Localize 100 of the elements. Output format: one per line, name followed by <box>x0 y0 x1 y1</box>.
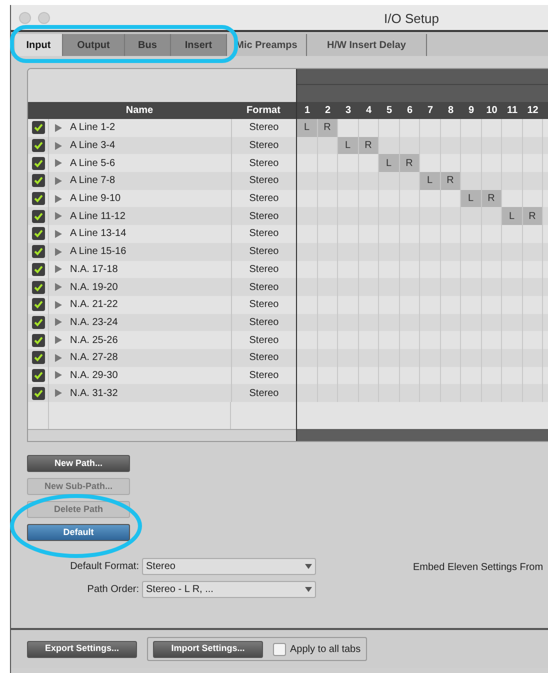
expand-arrow-icon[interactable] <box>55 230 62 238</box>
path-name: A Line 9-10 <box>70 192 121 206</box>
channel-assignment[interactable]: R <box>358 136 379 154</box>
expand-arrow-icon[interactable] <box>55 176 62 185</box>
checkbox[interactable] <box>32 139 44 152</box>
path-name: N.A. 27-28 <box>70 351 118 366</box>
path-name: N.A. 31-32 <box>70 386 118 401</box>
path-name: A Line 15-16 <box>70 245 126 260</box>
channel-number: 4 <box>366 104 372 118</box>
channel-assignment[interactable]: R <box>440 172 461 190</box>
channel-assignment[interactable]: R <box>482 190 502 208</box>
path-name: A Line 3-4 <box>70 139 116 154</box>
export-settings-button[interactable]: Export Settings... <box>27 640 137 658</box>
format-cell-text: Stereo <box>249 192 279 206</box>
channel-assignment[interactable]: L <box>461 190 482 208</box>
channel-number: 10 <box>486 104 498 118</box>
channel-assignment[interactable]: R <box>318 119 338 137</box>
path-name: A Line 1-2 <box>70 121 116 136</box>
minimize-icon[interactable] <box>38 12 50 24</box>
expand-arrow-icon[interactable] <box>55 265 62 274</box>
checkbox[interactable] <box>32 245 44 258</box>
format-cell-text: Stereo <box>249 227 279 242</box>
tab[interactable]: Insert <box>171 34 227 56</box>
path-name: A Line 5-6 <box>70 156 116 171</box>
path-button[interactable]: New Path... <box>27 455 130 472</box>
checkbox[interactable] <box>32 192 44 206</box>
expand-arrow-icon[interactable] <box>55 371 62 380</box>
checkbox[interactable] <box>32 316 44 329</box>
tab[interactable]: H/W Insert Delay <box>307 34 427 56</box>
tab[interactable]: Input <box>15 34 63 56</box>
path-name: N.A. 25-26 <box>70 334 118 348</box>
checkbox[interactable] <box>32 368 44 382</box>
expand-arrow-icon[interactable] <box>55 212 62 220</box>
format-cell-text: Stereo <box>249 334 279 348</box>
checkbox[interactable] <box>32 156 44 170</box>
embed-label: Embed Eleven Settings From <box>413 561 544 575</box>
channel-assignment[interactable]: L <box>297 119 318 137</box>
column-header[interactable]: Format <box>246 103 280 118</box>
tab[interactable]: Output <box>63 34 125 56</box>
path-button[interactable]: Default <box>27 524 130 541</box>
checkbox[interactable] <box>32 351 44 364</box>
import-settings-button[interactable]: Import Settings... <box>153 640 263 658</box>
checkbox[interactable] <box>32 386 44 400</box>
dropdown[interactable]: Stereo - L R, ... <box>142 581 316 598</box>
channel-number: 7 <box>427 104 434 118</box>
channel-assignment[interactable]: R <box>522 207 543 226</box>
window-title: I/O Setup <box>384 10 439 28</box>
channel-assignment[interactable]: L <box>338 136 358 154</box>
path-name: A Line 11-12 <box>70 210 126 224</box>
path-name: N.A. 21-22 <box>70 298 118 312</box>
path-name: A Line 13-14 <box>70 227 126 242</box>
format-cell-text: Stereo <box>249 174 279 188</box>
dropdown-arrow-icon <box>305 564 312 569</box>
expand-arrow-icon[interactable] <box>55 389 62 398</box>
column-header[interactable]: Name <box>126 103 154 118</box>
format-cell-text: Stereo <box>249 316 279 330</box>
expand-arrow-icon[interactable] <box>55 300 62 309</box>
expand-arrow-icon[interactable] <box>55 336 62 344</box>
scrollbar[interactable] <box>297 429 548 441</box>
channel-number: 3 <box>345 104 352 118</box>
dropdown-arrow-icon <box>305 587 312 592</box>
channel-assignment[interactable]: L <box>502 207 522 226</box>
format-cell-text: Stereo <box>249 262 279 277</box>
expand-arrow-icon[interactable] <box>55 354 62 362</box>
format-cell-text: Stereo <box>249 121 279 136</box>
checkbox[interactable] <box>32 121 44 134</box>
checkbox[interactable] <box>32 210 44 223</box>
path-name: A Line 7-8 <box>70 174 116 188</box>
checkbox[interactable] <box>32 174 44 188</box>
expand-arrow-icon[interactable] <box>55 124 62 132</box>
expand-arrow-icon[interactable] <box>55 318 62 326</box>
checkbox[interactable] <box>32 280 44 294</box>
expand-arrow-icon[interactable] <box>55 194 62 203</box>
expand-arrow-icon[interactable] <box>55 159 62 168</box>
format-cell-text: Stereo <box>249 351 279 366</box>
close-icon[interactable] <box>19 12 31 24</box>
channel-number: 2 <box>324 104 331 118</box>
expand-arrow-icon[interactable] <box>55 142 62 150</box>
checkbox[interactable] <box>32 227 44 240</box>
channel-assignment[interactable]: L <box>379 154 400 172</box>
channel-assignment[interactable]: L <box>420 172 440 190</box>
format-cell-text: Stereo <box>249 245 279 260</box>
expand-arrow-icon[interactable] <box>55 283 62 292</box>
channel-number: 12 <box>527 104 538 118</box>
setting-label: Default Format: <box>70 560 139 574</box>
channel-number: 6 <box>406 104 413 118</box>
channel-assignment[interactable]: R <box>400 154 420 172</box>
checkbox[interactable] <box>32 298 44 312</box>
apply-all-label: Apply to all tabs <box>290 642 361 656</box>
format-cell-text: Stereo <box>249 156 279 171</box>
checkbox[interactable] <box>32 334 44 347</box>
setting-label: Path Order: <box>87 583 139 597</box>
checkbox[interactable] <box>32 262 44 276</box>
format-cell-text: Stereo <box>249 368 279 383</box>
tab[interactable]: Bus <box>125 34 171 56</box>
dropdown[interactable]: Stereo <box>142 558 316 575</box>
expand-arrow-icon[interactable] <box>55 248 62 256</box>
format-cell-text: Stereo <box>249 210 279 224</box>
path-name: N.A. 23-24 <box>70 316 118 330</box>
checkbox[interactable] <box>273 642 286 656</box>
